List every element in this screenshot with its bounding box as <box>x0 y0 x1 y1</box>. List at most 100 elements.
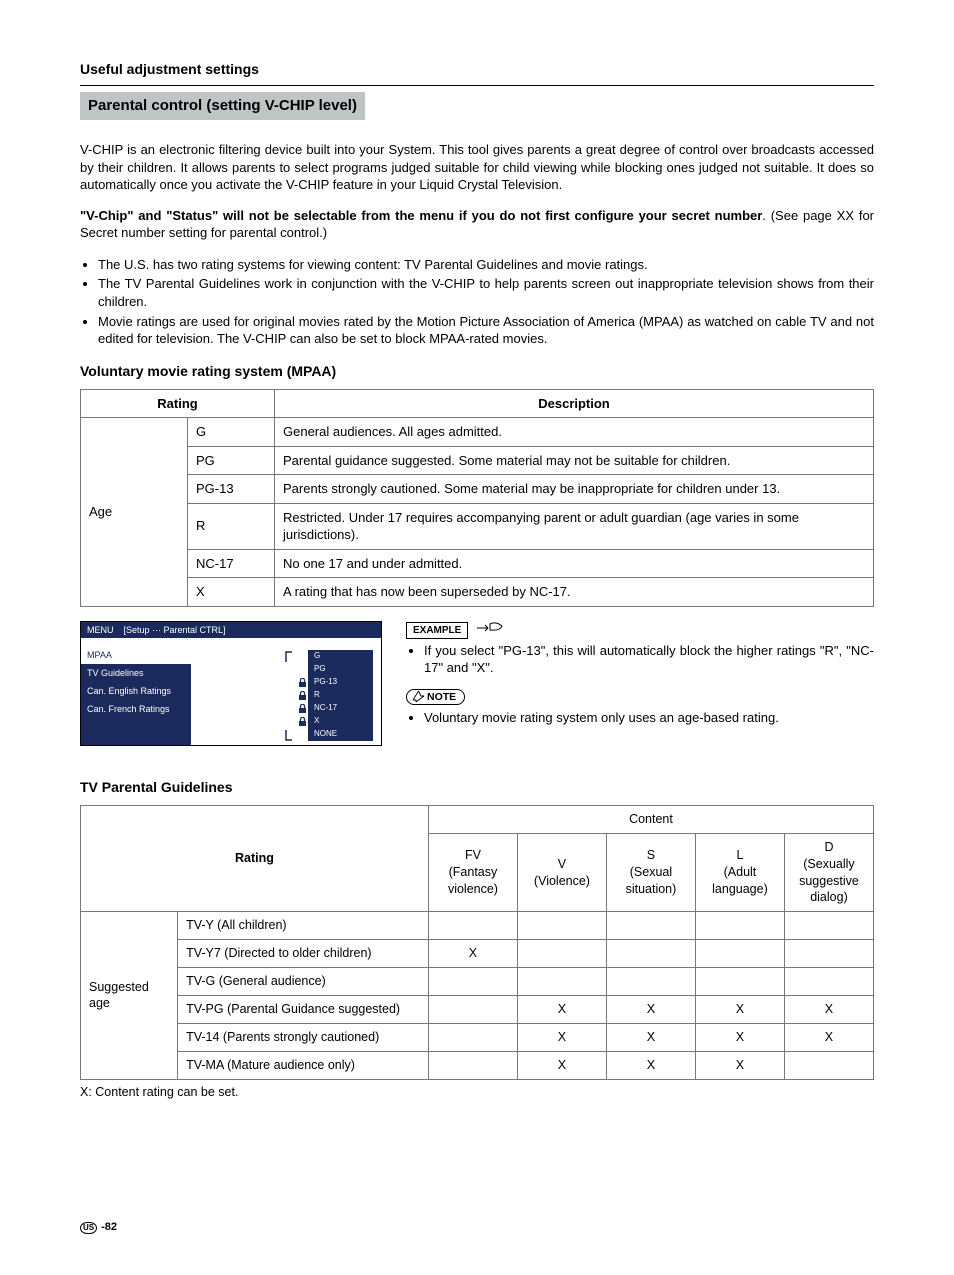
osd-menu-title-left: MENU <box>87 625 114 635</box>
mpaa-code: PG-13 <box>188 475 275 504</box>
tvpg-col-header: S(Sexual situation) <box>606 833 695 912</box>
mpaa-th-rating: Rating <box>81 389 275 418</box>
osd-menu-left-column: MPAA TV Guidelines Can. English Ratings … <box>81 646 191 745</box>
example-label: EXAMPLE <box>406 622 468 640</box>
tvpg-mark-cell <box>428 968 517 996</box>
osd-rating-row: R <box>283 689 373 702</box>
osd-left-item: Can. French Ratings <box>81 700 191 718</box>
example-text: If you select "PG-13", this will automat… <box>424 642 874 677</box>
tvpg-mark-cell <box>784 940 873 968</box>
osd-rating-label: X <box>308 715 373 728</box>
tvpg-row-label: TV-14 (Parents strongly cautioned) <box>178 1023 429 1051</box>
lock-icon <box>296 704 308 714</box>
mpaa-code: X <box>188 578 275 607</box>
section-banner: Parental control (setting V-CHIP level) <box>80 92 365 120</box>
osd-menu-title-right: [Setup ··· Parental CTRL] <box>124 625 226 635</box>
mpaa-heading: Voluntary movie rating system (MPAA) <box>80 362 874 381</box>
header-rule <box>80 85 874 86</box>
mpaa-desc: A rating that has now been superseded by… <box>275 578 874 607</box>
osd-left-item: MPAA <box>81 646 191 664</box>
tvpg-group: Suggested age <box>81 912 178 1079</box>
osd-rating-row: X <box>283 715 373 728</box>
tvpg-col-header: L(Adult language) <box>695 833 784 912</box>
tvpg-mark-cell: X <box>606 995 695 1023</box>
cursor-bracket-icon <box>283 651 293 663</box>
tvpg-row-label: TV-G (General audience) <box>178 968 429 996</box>
tvpg-mark-cell <box>695 912 784 940</box>
osd-left-item: TV Guidelines <box>81 664 191 682</box>
tvpg-mark-cell: X <box>517 1023 606 1051</box>
tvpg-heading: TV Parental Guidelines <box>80 778 874 797</box>
pointing-hand-icon <box>476 621 504 640</box>
tvpg-table: Rating Content FV(Fantasy violence)V(Vio… <box>80 805 874 1080</box>
note-text: Voluntary movie rating system only uses … <box>424 709 874 727</box>
mpaa-code: PG <box>188 446 275 475</box>
tvpg-mark-cell <box>428 1051 517 1079</box>
tvpg-mark-cell <box>517 968 606 996</box>
lock-icon <box>296 717 308 727</box>
tvpg-row-label: TV-Y (All children) <box>178 912 429 940</box>
example-note-column: EXAMPLE If you select "PG-13", this will… <box>406 621 874 733</box>
osd-rating-row: NONE <box>283 728 373 741</box>
tvpg-col-header: V(Violence) <box>517 833 606 912</box>
lock-icon <box>296 691 308 701</box>
lock-icon <box>296 678 308 688</box>
mpaa-desc: Restricted. Under 17 requires accompanyi… <box>275 503 874 549</box>
osd-rating-label: R <box>308 689 373 702</box>
tvpg-mark-cell <box>606 940 695 968</box>
tvpg-mark-cell: X <box>695 1023 784 1051</box>
tvpg-mark-cell: X <box>517 995 606 1023</box>
bullet-item: Movie ratings are used for original movi… <box>98 313 874 348</box>
intro-bullets: The U.S. has two rating systems for view… <box>80 256 874 348</box>
tvpg-row-label: TV-PG (Parental Guidance suggested) <box>178 995 429 1023</box>
osd-rating-label: NONE <box>308 728 373 741</box>
tvpg-mark-cell <box>695 940 784 968</box>
osd-rating-row: G <box>283 650 373 663</box>
osd-rating-label: PG <box>308 663 373 676</box>
tvpg-mark-cell: X <box>606 1051 695 1079</box>
bullet-item: The U.S. has two rating systems for view… <box>98 256 874 274</box>
page-header: Useful adjustment settings <box>80 60 874 79</box>
tvpg-mark-cell <box>517 940 606 968</box>
tvpg-mark-cell <box>784 968 873 996</box>
note-label: NOTE <box>406 689 465 705</box>
page-number: -82 <box>101 1220 117 1235</box>
mpaa-code: NC-17 <box>188 549 275 578</box>
tvpg-mark-cell <box>784 1051 873 1079</box>
mpaa-desc: Parental guidance suggested. Some materi… <box>275 446 874 475</box>
tvpg-mark-cell <box>428 995 517 1023</box>
tvpg-mark-cell <box>695 968 784 996</box>
mpaa-desc: General audiences. All ages admitted. <box>275 418 874 447</box>
tvpg-mark-cell: X <box>428 940 517 968</box>
tvpg-row-label: TV-Y7 (Directed to older children) <box>178 940 429 968</box>
osd-rating-row: PG <box>283 663 373 676</box>
tvpg-mark-cell <box>517 912 606 940</box>
tvpg-mark-cell <box>784 912 873 940</box>
osd-menu-title: MENU [Setup ··· Parental CTRL] <box>81 622 381 638</box>
mpaa-code: R <box>188 503 275 549</box>
osd-rating-row: NC-17 <box>283 702 373 715</box>
tvpg-mark-cell: X <box>784 1023 873 1051</box>
us-badge-icon: US <box>80 1222 97 1234</box>
osd-menu-right-column: GPGPG-13RNC-17XNONE <box>191 646 381 745</box>
mpaa-th-desc: Description <box>275 389 874 418</box>
mpaa-code: G <box>188 418 275 447</box>
tvpg-th-content: Content <box>428 805 873 833</box>
intro-paragraph-2: "V-Chip" and "Status" will not be select… <box>80 207 874 242</box>
tvpg-row-label: TV-MA (Mature audience only) <box>178 1051 429 1079</box>
tvpg-mark-cell <box>428 912 517 940</box>
tvpg-footnote: X: Content rating can be set. <box>80 1084 874 1101</box>
osd-rating-label: G <box>308 650 373 663</box>
bullet-item: The TV Parental Guidelines work in conju… <box>98 275 874 310</box>
tvpg-th-rating: Rating <box>81 805 429 911</box>
tvpg-mark-cell <box>606 968 695 996</box>
tvpg-col-header: FV(Fantasy violence) <box>428 833 517 912</box>
osd-rating-label: PG-13 <box>308 676 373 689</box>
mpaa-group: Age <box>81 418 188 607</box>
mpaa-table: Rating Description Age G General audienc… <box>80 389 874 607</box>
osd-left-item: Can. English Ratings <box>81 682 191 700</box>
note-icon <box>413 691 424 702</box>
tvpg-mark-cell: X <box>695 1051 784 1079</box>
tvpg-mark-cell <box>606 912 695 940</box>
mpaa-desc: Parents strongly cautioned. Some materia… <box>275 475 874 504</box>
